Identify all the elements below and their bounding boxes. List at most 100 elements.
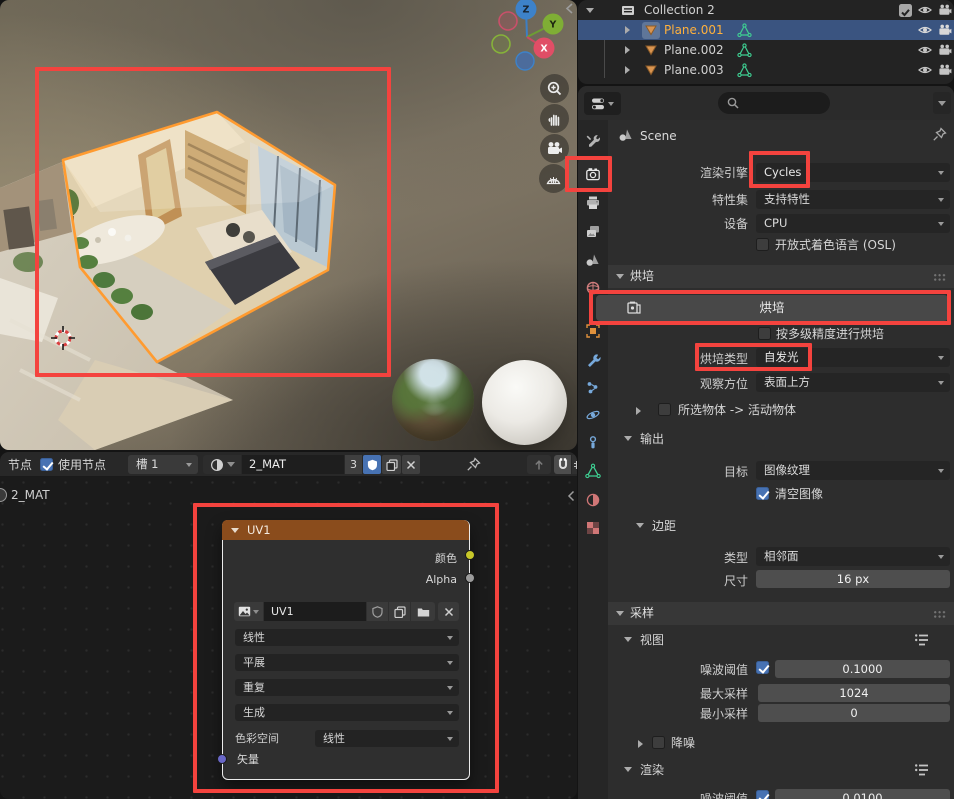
- snap-mode-dropdown[interactable]: [572, 455, 577, 474]
- navigation-gizmo[interactable]: Z Y X: [487, 0, 567, 73]
- render-restrict-camera-icon[interactable]: [938, 43, 952, 57]
- output-collapse-icon[interactable]: [624, 436, 632, 441]
- header-options-dropdown[interactable]: [933, 92, 951, 114]
- ortho-grid-icon[interactable]: [539, 164, 568, 193]
- render-restrict-camera-icon[interactable]: [938, 23, 952, 37]
- denoise-checkbox[interactable]: [652, 736, 665, 749]
- properties-editor[interactable]: Scene 渲染引擎 Cycles 特性集 支持特性 设备 CPU 开放式着色语…: [578, 86, 954, 799]
- object-name[interactable]: Plane.002: [664, 42, 724, 58]
- clear-image-checkbox[interactable]: [756, 487, 769, 500]
- drag-handle-dots[interactable]: [933, 610, 946, 618]
- breadcrumb-scene[interactable]: Scene: [640, 127, 677, 145]
- 3d-viewport[interactable]: Z Y X: [0, 0, 577, 450]
- render-restrict-camera-icon[interactable]: [938, 63, 952, 77]
- preset-list-icon[interactable]: [914, 632, 929, 646]
- vp-noise-threshold-field[interactable]: 0.1000: [775, 660, 950, 678]
- tab-view-layer[interactable]: [578, 218, 608, 246]
- parent-node-tree-button[interactable]: [527, 455, 551, 474]
- node-collapse-chevron-icon[interactable]: [231, 528, 239, 533]
- render-noise-threshold-field[interactable]: 0.0100: [775, 789, 950, 799]
- drag-handle-dots[interactable]: [933, 273, 946, 281]
- vp-min-samples-field[interactable]: 0: [758, 704, 950, 722]
- disclosure-right-icon[interactable]: [625, 66, 630, 74]
- tab-render[interactable]: [578, 160, 608, 188]
- collection-row[interactable]: Collection 2: [578, 0, 954, 20]
- node-menu[interactable]: 节点: [8, 456, 32, 474]
- selected-to-active-expand-icon[interactable]: [636, 407, 641, 415]
- tab-tool[interactable]: [578, 127, 608, 155]
- tab-output[interactable]: [578, 189, 608, 217]
- duplicate-material-button[interactable]: [382, 455, 401, 474]
- tab-constraints[interactable]: [578, 429, 608, 457]
- bake-section-header[interactable]: 烘培: [608, 265, 954, 288]
- colorspace-dropdown[interactable]: 线性: [315, 730, 459, 747]
- object-name[interactable]: Plane.001: [664, 22, 724, 38]
- disclosure-down-icon[interactable]: [586, 8, 594, 13]
- pin-icon[interactable]: [466, 457, 481, 472]
- vp-max-samples-field[interactable]: 1024: [758, 684, 950, 702]
- tab-physics[interactable]: [578, 401, 608, 429]
- image-duplicate-button[interactable]: [389, 602, 410, 621]
- snap-toggle-button[interactable]: [554, 455, 571, 474]
- viewport-collapse-icon[interactable]: [624, 637, 632, 642]
- device-dropdown[interactable]: CPU: [756, 214, 950, 233]
- tab-object-data[interactable]: [578, 457, 608, 485]
- extension-dropdown[interactable]: 重复: [235, 679, 459, 696]
- pan-hand-icon[interactable]: [540, 104, 569, 133]
- margin-type-dropdown[interactable]: 相邻面: [756, 547, 950, 566]
- tab-scene[interactable]: [578, 246, 608, 274]
- tab-texture[interactable]: [578, 514, 608, 542]
- camera-view-icon[interactable]: [540, 134, 569, 163]
- bake-type-dropdown[interactable]: 自发光: [756, 348, 950, 367]
- multires-checkbox[interactable]: [758, 327, 771, 340]
- output-alpha-socket[interactable]: [465, 573, 475, 583]
- target-dropdown[interactable]: 图像纹理: [756, 461, 950, 480]
- eye-icon[interactable]: [918, 43, 932, 57]
- interpolation-dropdown[interactable]: 线性: [235, 629, 459, 646]
- image-unlink-button[interactable]: [438, 602, 459, 621]
- shader-editor[interactable]: 节点 使用节点 槽 1 2_MAT 3: [0, 452, 577, 799]
- margin-collapse-icon[interactable]: [636, 523, 644, 528]
- tab-object[interactable]: [578, 317, 608, 345]
- view-from-dropdown[interactable]: 表面上方: [756, 373, 950, 392]
- preset-list-icon[interactable]: [914, 762, 929, 776]
- image-texture-node[interactable]: UV1 颜色 Alpha UV1 线性: [222, 520, 470, 780]
- image-fake-user-button[interactable]: [367, 602, 388, 621]
- disclosure-right-icon[interactable]: [625, 26, 630, 34]
- margin-subsection-label[interactable]: 边距: [652, 517, 676, 535]
- tab-particles[interactable]: [578, 374, 608, 402]
- render-restrict-camera-icon[interactable]: [938, 3, 952, 17]
- editor-type-button[interactable]: [584, 92, 621, 115]
- disclosure-right-icon[interactable]: [625, 46, 630, 54]
- tab-modifiers[interactable]: [578, 346, 608, 374]
- eye-icon[interactable]: [918, 63, 932, 77]
- zoom-icon[interactable]: [540, 74, 569, 103]
- viewport-collapse-chevron-icon[interactable]: [564, 2, 575, 15]
- input-vector-socket[interactable]: [217, 754, 227, 764]
- sampling-section-header[interactable]: 采样: [608, 602, 954, 625]
- eye-icon[interactable]: [918, 3, 932, 17]
- node-editor-collapse-chevron-icon[interactable]: [566, 490, 576, 502]
- projection-dropdown[interactable]: 平展: [235, 654, 459, 671]
- feature-set-dropdown[interactable]: 支持特性: [756, 190, 950, 209]
- object-row-plane003[interactable]: Plane.003: [578, 60, 954, 80]
- object-row-plane002[interactable]: Plane.002: [578, 40, 954, 60]
- material-slot-dropdown[interactable]: 槽 1: [128, 455, 198, 474]
- tab-material[interactable]: [578, 486, 608, 514]
- margin-size-field[interactable]: 16 px: [756, 570, 950, 588]
- exclude-checkbox[interactable]: [899, 4, 912, 17]
- render-collapse-icon[interactable]: [624, 767, 632, 772]
- node-header[interactable]: UV1: [222, 520, 469, 540]
- outliner[interactable]: Collection 2 Plane.001 Plane.002: [578, 0, 954, 84]
- material-name-field[interactable]: 2_MAT: [242, 455, 344, 474]
- pin-icon[interactable]: [932, 127, 947, 142]
- bake-button[interactable]: 烘培: [596, 295, 948, 321]
- render-noise-threshold-checkbox[interactable]: [756, 790, 769, 799]
- viewport-subsection-label[interactable]: 视图: [640, 631, 664, 649]
- material-browse-button[interactable]: [203, 455, 241, 474]
- eye-icon[interactable]: [918, 23, 932, 37]
- vp-noise-threshold-checkbox[interactable]: [756, 661, 769, 674]
- render-subsection-label[interactable]: 渲染: [640, 761, 664, 779]
- image-open-button[interactable]: [411, 602, 435, 621]
- output-color-socket[interactable]: [465, 550, 475, 560]
